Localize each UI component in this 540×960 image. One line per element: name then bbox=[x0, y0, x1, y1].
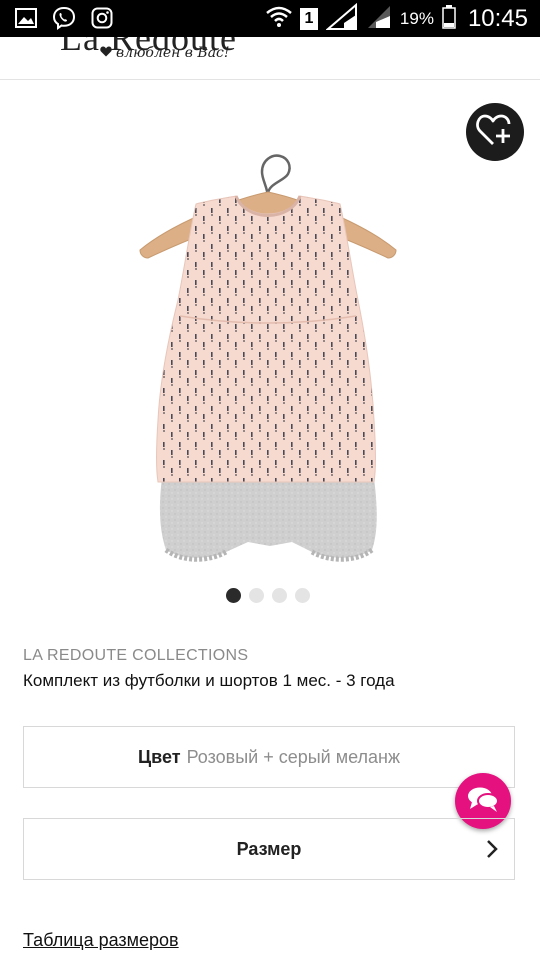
gallery-icon bbox=[14, 7, 38, 29]
sim-indicator: 1 bbox=[299, 8, 318, 30]
size-label: Размер bbox=[236, 838, 302, 859]
site-header: La Redoute влюблен в Вас! bbox=[0, 37, 540, 80]
image-carousel-dots bbox=[226, 588, 310, 603]
carousel-dot-3[interactable] bbox=[272, 588, 287, 603]
heart-plus-icon bbox=[476, 113, 514, 152]
carousel-dot-2[interactable] bbox=[249, 588, 264, 603]
status-bar: 1 19% 10:45 bbox=[0, 0, 540, 37]
add-to-wishlist-button[interactable] bbox=[466, 103, 524, 161]
carousel-dot-4[interactable] bbox=[295, 588, 310, 603]
signal-2-icon bbox=[366, 4, 392, 35]
logo-tagline: влюблен в Вас! bbox=[100, 45, 230, 61]
product-brand: LA REDOUTE COLLECTIONS bbox=[23, 647, 249, 664]
size-table-link[interactable]: Таблица размеров bbox=[23, 930, 179, 951]
instagram-icon bbox=[90, 7, 114, 29]
chevron-right-icon bbox=[480, 837, 504, 861]
battery-icon bbox=[442, 4, 456, 34]
product-image[interactable] bbox=[0, 80, 540, 590]
wifi-icon bbox=[266, 6, 292, 33]
carousel-dot-1[interactable] bbox=[226, 588, 241, 603]
color-label: Цвет bbox=[137, 746, 181, 767]
product-title: Комплект из футболки и шортов 1 мес. - 3… bbox=[23, 671, 395, 690]
chat-icon bbox=[466, 785, 500, 818]
color-selector[interactable]: Цвет Розовый + серый меланж bbox=[23, 726, 515, 788]
color-value: Розовый + серый меланж bbox=[186, 746, 401, 767]
signal-icon bbox=[325, 2, 358, 36]
clock: 10:45 bbox=[467, 5, 528, 32]
viber-icon bbox=[52, 6, 76, 30]
battery-percent: 19% bbox=[399, 9, 434, 28]
heart-icon bbox=[100, 45, 112, 61]
size-selector[interactable]: Размер bbox=[23, 818, 515, 880]
tagline-text: влюблен в Вас! bbox=[116, 45, 230, 61]
